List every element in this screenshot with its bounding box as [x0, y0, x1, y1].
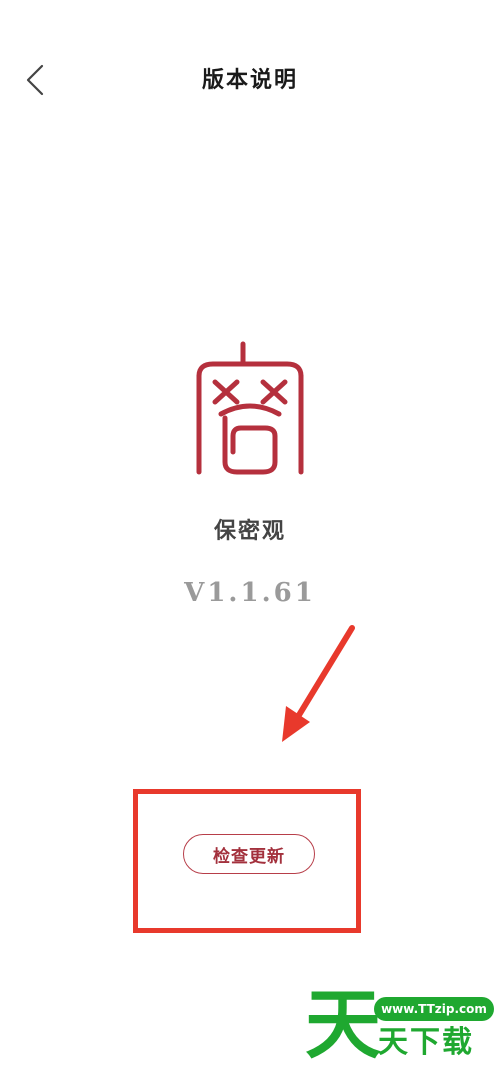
top-nav-bar: 版本说明 [0, 40, 500, 120]
annotation-arrow [282, 625, 355, 742]
watermark-url: www.TTzip.com [374, 997, 494, 1021]
app-logo-seal-icon [196, 341, 304, 475]
version-number: V1.1.61 [184, 578, 316, 608]
app-name: 保密观 [213, 518, 286, 544]
check-update-button[interactable]: 检查更新 [183, 834, 315, 874]
page-title: 版本说明 [201, 67, 298, 93]
watermark-text: 天下载 [378, 1025, 474, 1060]
watermark-logo-char: 天 [305, 980, 381, 1069]
